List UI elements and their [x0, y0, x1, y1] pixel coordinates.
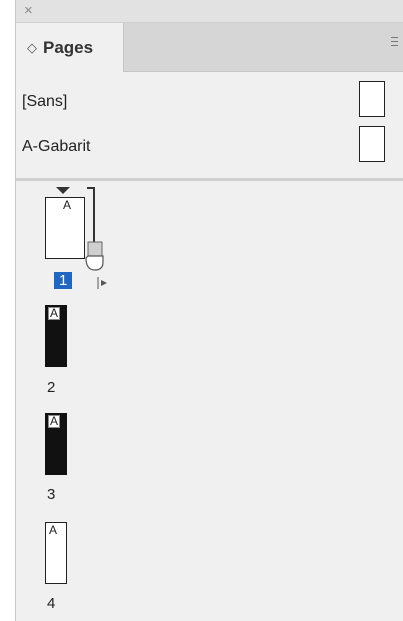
- close-icon[interactable]: ×: [24, 2, 33, 20]
- master-prefix: A: [62, 198, 73, 212]
- master-label: A-Gabarit: [22, 138, 91, 155]
- tab-strip: ◇ Pages: [16, 23, 403, 72]
- page-thumbnail-2[interactable]: A: [45, 305, 67, 367]
- master-prefix: A: [48, 414, 61, 428]
- master-item-a-gabarit[interactable]: A-Gabarit: [16, 126, 403, 170]
- hand-cursor-icon: [85, 241, 104, 271]
- master-thumbnail[interactable]: [359, 81, 385, 117]
- tab-pages-label: Pages: [43, 37, 94, 57]
- tab-pages[interactable]: ◇ Pages: [16, 23, 124, 72]
- page-number-3[interactable]: 3: [47, 486, 55, 503]
- master-label: [Sans]: [22, 93, 68, 110]
- page-thumbnail-4[interactable]: A: [45, 522, 67, 584]
- page-thumbnail-1[interactable]: A: [45, 197, 85, 259]
- page-number-4[interactable]: 4: [47, 595, 55, 612]
- pages-panel: × ◇ Pages [Sans] A-Gabarit A 1 A 2 A 3 A…: [15, 0, 403, 621]
- master-prefix: A: [48, 306, 61, 320]
- page-number-2[interactable]: 2: [47, 379, 55, 396]
- section-divider[interactable]: [16, 178, 403, 181]
- page-thumbnail-3[interactable]: A: [45, 413, 67, 475]
- panel-menu-icon[interactable]: [391, 37, 398, 49]
- spread-marker-icon: [56, 187, 70, 194]
- page-number-1[interactable]: 1: [54, 272, 73, 289]
- master-item-none[interactable]: [Sans]: [16, 81, 403, 125]
- panel-titlebar: ×: [16, 0, 403, 23]
- insert-page-icon: [97, 277, 107, 289]
- master-thumbnail[interactable]: [359, 126, 385, 162]
- updown-chevron-icon: ◇: [27, 39, 37, 55]
- master-prefix: A: [48, 523, 59, 537]
